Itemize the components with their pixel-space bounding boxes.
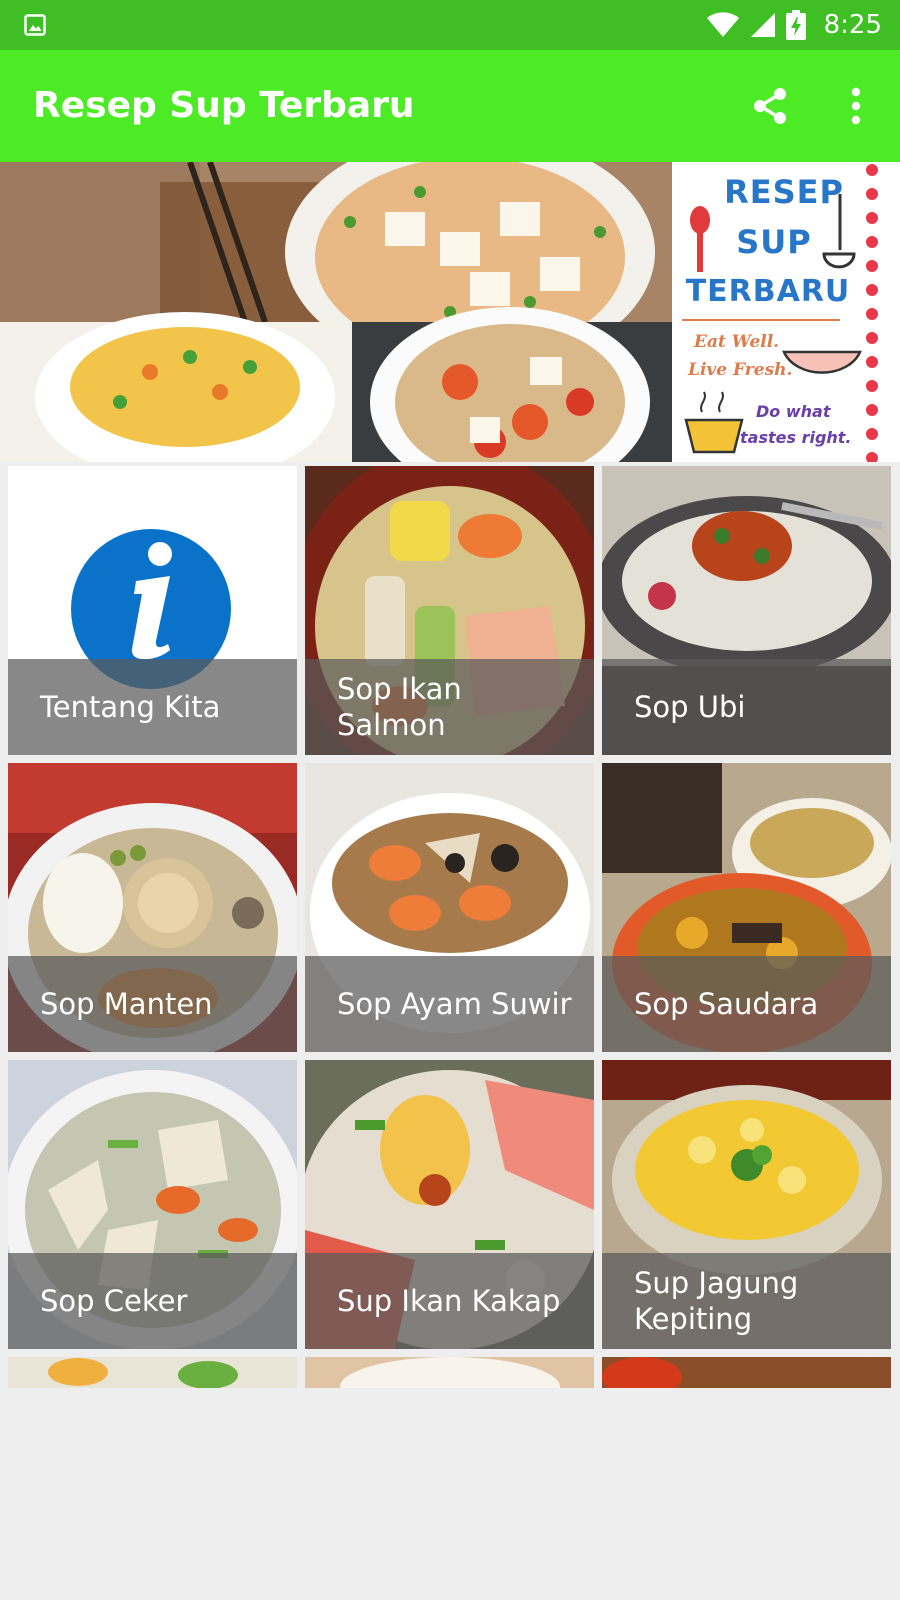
- tile-caption: Sup Jagung Kepiting: [602, 1253, 891, 1349]
- share-icon: [754, 88, 786, 124]
- battery-charging-icon: [785, 10, 806, 40]
- grid-item-sup-jagung-kepiting[interactable]: Sup Jagung Kepiting: [602, 1060, 891, 1349]
- grid-item-sop-manten[interactable]: Sop Manten: [8, 763, 297, 1052]
- tile-caption: Sop Manten: [8, 956, 297, 1052]
- tile-label: Sop Ikan Salmon: [337, 672, 462, 742]
- banner-tagline-line: tastes right.: [740, 428, 852, 447]
- tile-caption: Sop Ikan Salmon: [305, 659, 594, 755]
- partial-soup-photo: [8, 1357, 297, 1388]
- grid-item-partial[interactable]: [305, 1357, 594, 1388]
- tile-label: Sop Saudara: [634, 987, 819, 1021]
- overflow-menu-button[interactable]: [830, 80, 882, 132]
- more-vert-icon: [851, 87, 861, 125]
- tile-caption: Sup Ikan Kakap: [305, 1253, 594, 1349]
- image-notification-icon: [24, 14, 46, 36]
- tile-label: Tentang Kita: [40, 690, 221, 724]
- tile-caption: Sop Ubi: [602, 659, 891, 755]
- banner-logo-panel: RESEP SUP TERBARU Eat Well. Live Fresh. …: [672, 162, 900, 462]
- banner-tagline-line: Do what: [756, 402, 831, 421]
- banner-soup-photos: [0, 162, 672, 462]
- tile-label: Sop Ubi: [634, 690, 746, 724]
- header-banner: RESEP SUP TERBARU Eat Well. Live Fresh. …: [0, 162, 900, 462]
- wifi-icon: [706, 12, 739, 37]
- grid-item-sop-ikan-salmon[interactable]: Sop Ikan Salmon: [305, 466, 594, 755]
- grid-item-sop-ubi[interactable]: Sop Ubi: [602, 466, 891, 755]
- share-button[interactable]: [744, 80, 796, 132]
- tile-caption: Tentang Kita: [8, 659, 297, 755]
- app-bar: Resep Sup Terbaru: [0, 50, 900, 162]
- grid-item-partial[interactable]: [602, 1357, 891, 1388]
- tile-label: Sop Ceker: [40, 1284, 188, 1318]
- partial-soup-photo: [602, 1357, 891, 1388]
- app-title: Resep Sup Terbaru: [33, 85, 415, 126]
- status-time: 8:25: [823, 10, 882, 40]
- grid-item-sop-ceker[interactable]: Sop Ceker: [8, 1060, 297, 1349]
- status-icons: 8:25: [706, 10, 882, 40]
- tile-label: Sop Ayam Suwir: [337, 987, 572, 1021]
- tile-caption: Sop Saudara: [602, 956, 891, 1052]
- grid-item-sop-saudara[interactable]: Sop Saudara: [602, 763, 891, 1052]
- tile-caption: Sop Ceker: [8, 1253, 297, 1349]
- tile-caption: Sop Ayam Suwir: [305, 956, 594, 1052]
- recipe-grid: Tentang Kita Sop Ikan Salmon Sop Ubi Sop…: [8, 466, 892, 1388]
- grid-item-tentang-kita[interactable]: Tentang Kita: [8, 466, 297, 755]
- cell-signal-icon: [750, 13, 775, 37]
- tile-label: Sup Jagung Kepiting: [634, 1266, 799, 1336]
- status-bar: 8:25: [0, 0, 900, 50]
- tile-label: Sup Ikan Kakap: [337, 1284, 561, 1318]
- grid-item-sop-ayam-suwir[interactable]: Sop Ayam Suwir: [305, 763, 594, 1052]
- grid-item-partial[interactable]: [8, 1357, 297, 1388]
- partial-soup-photo: [305, 1357, 594, 1388]
- grid-item-sup-ikan-kakap[interactable]: Sup Ikan Kakap: [305, 1060, 594, 1349]
- banner-script-line: Eat Well.: [694, 332, 780, 352]
- banner-script-line: Live Fresh.: [688, 360, 793, 380]
- tile-label: Sop Manten: [40, 987, 213, 1021]
